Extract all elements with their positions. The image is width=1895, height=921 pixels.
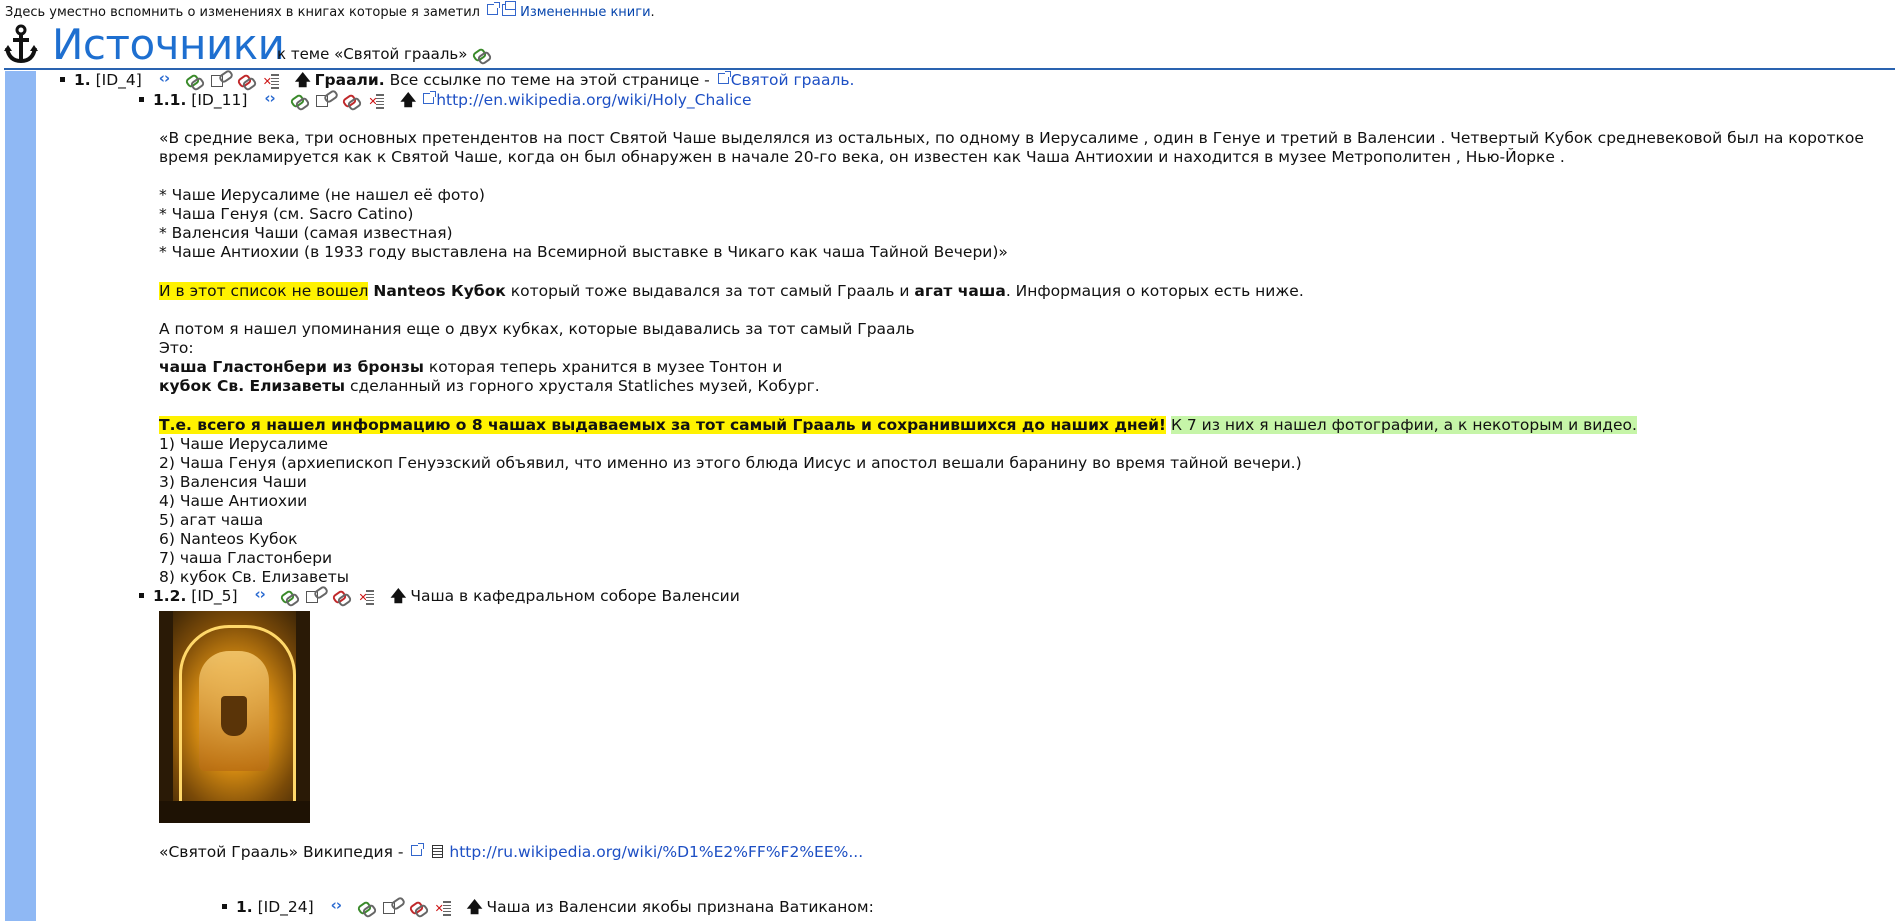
ru-wikipedia-url[interactable]: http://ru.wikipedia.org/wiki/%D1%E2%FF%F… bbox=[449, 843, 863, 861]
unlink-icon[interactable] bbox=[409, 900, 426, 914]
body-text: Это: bbox=[159, 339, 194, 357]
entry-label: Чаша из Валенсии якобы признана Ватикано… bbox=[486, 898, 874, 916]
list-item: * Валенсия Чаши (самая известная) bbox=[159, 224, 453, 242]
code-icon[interactable] bbox=[159, 69, 176, 88]
bold-text: чаша Гластонбери из бронзы bbox=[159, 358, 424, 376]
list-item: * Чаше Иерусалиме (не нашел её фото) bbox=[159, 186, 485, 204]
body-text: чаша Гластонбери из бронзы которая тепер… bbox=[159, 358, 782, 377]
link-icon[interactable] bbox=[185, 73, 202, 87]
up-arrow-icon[interactable]: 🡅 bbox=[295, 71, 311, 89]
unlink-icon[interactable] bbox=[332, 589, 349, 603]
delete-icon[interactable] bbox=[263, 72, 280, 91]
link-icon[interactable] bbox=[280, 589, 297, 603]
valencia-chalice-photo[interactable] bbox=[159, 611, 310, 823]
entry-id: [ID_4] bbox=[95, 71, 142, 89]
photo-edge bbox=[296, 611, 310, 823]
delete-icon[interactable] bbox=[435, 899, 452, 918]
bold-text: агат чаша bbox=[914, 282, 1006, 300]
delete-icon[interactable] bbox=[358, 588, 375, 607]
external-link-icon bbox=[423, 91, 437, 104]
list-item: * Чаша Генуя (см. Sacro Catino) bbox=[159, 205, 414, 223]
holy-grail-link[interactable]: Святой грааль. bbox=[731, 71, 855, 89]
numbered-item: 5) агат чаша bbox=[159, 511, 264, 529]
up-arrow-icon[interactable]: 🡅 bbox=[390, 587, 406, 605]
entry-row: 1. [ID_24] 🡅Чаша из Валенсии якобы призн… bbox=[222, 896, 874, 918]
entry-number: 1. bbox=[74, 71, 91, 89]
unlink-icon[interactable] bbox=[237, 73, 254, 87]
edit-icon[interactable] bbox=[306, 589, 323, 603]
up-arrow-icon[interactable]: 🡅 bbox=[467, 898, 483, 916]
bullet bbox=[60, 77, 65, 82]
highlighted-text: И в этот список не вошел bbox=[159, 282, 369, 300]
entry-label: Чаша в кафедральном соборе Валенсии bbox=[410, 587, 740, 605]
edit-icon[interactable] bbox=[316, 93, 333, 107]
entry-number: 1. bbox=[236, 898, 253, 916]
source-row: «Святой Грааль» Википедия - http://ru.wi… bbox=[159, 843, 863, 862]
bold-text: Nanteos Кубок bbox=[373, 282, 506, 300]
text: сделанный из горного хрусталя Statliches… bbox=[350, 377, 820, 395]
entry-toolbar bbox=[331, 896, 452, 918]
body-text: время рекламируется как к Святой Чаше, к… bbox=[159, 148, 1565, 166]
code-icon[interactable] bbox=[331, 896, 348, 915]
entry-number: 1.2. bbox=[153, 587, 187, 605]
holy-chalice-url[interactable]: http://en.wikipedia.org/wiki/Holy_Chalic… bbox=[436, 91, 751, 109]
numbered-item: 4) Чаше Антиохии bbox=[159, 492, 308, 510]
up-arrow-icon[interactable]: 🡅 bbox=[400, 91, 416, 109]
numbered-item: 6) Nanteos Кубок bbox=[159, 530, 298, 548]
bullet bbox=[222, 904, 227, 909]
entry-id: [ID_24] bbox=[257, 898, 314, 916]
edit-icon[interactable] bbox=[210, 73, 228, 87]
highlighted-bold-text: Т.е. всего я нашел информацию о 8 чашах … bbox=[159, 416, 1166, 434]
unlink-icon[interactable] bbox=[342, 93, 359, 107]
edit-icon[interactable] bbox=[382, 900, 400, 914]
document-icon bbox=[432, 845, 444, 858]
bullet bbox=[139, 593, 144, 598]
photo-edge bbox=[159, 611, 173, 823]
numbered-item: 7) чаша Гластонбери bbox=[159, 549, 333, 567]
numbered-item: 1) Чаше Иерусалиме bbox=[159, 435, 328, 453]
entry-label: Граали. bbox=[314, 71, 385, 89]
entry-toolbar bbox=[254, 585, 375, 607]
body-text: И в этот список не вошел Nanteos Кубок к… bbox=[159, 282, 1304, 301]
entry-id: [ID_11] bbox=[191, 91, 248, 109]
entry-toolbar bbox=[264, 89, 385, 111]
bullet bbox=[139, 97, 144, 102]
text: которая теперь хранится в музее Тонтон и bbox=[428, 358, 783, 376]
green-highlighted-text: К 7 из них я нашел фотографии, а к некот… bbox=[1170, 416, 1637, 434]
entry-number: 1.1. bbox=[153, 91, 187, 109]
content-area: 1. [ID_4] 🡅Граали. Все ссылке по теме на… bbox=[0, 0, 1895, 921]
list-item: * Чаше Антиохии (в 1933 году выставлена … bbox=[159, 243, 1008, 261]
numbered-item: 3) Валенсия Чаши bbox=[159, 473, 307, 491]
body-text: «В средние века, три основных претендент… bbox=[159, 129, 1864, 147]
body-text: кубок Св. Елизаветы сделанный из горного… bbox=[159, 377, 820, 396]
external-link-icon bbox=[411, 843, 425, 856]
entry-id: [ID_5] bbox=[191, 587, 238, 605]
entry-row: 1.1. [ID_11] 🡅 http://en.wikipedia.org/wi… bbox=[139, 89, 752, 111]
entry-row: 1. [ID_4] 🡅Граали. Все ссылке по теме на… bbox=[60, 69, 855, 91]
bold-text: кубок Св. Елизаветы bbox=[159, 377, 346, 395]
body-text: А потом я нашел упоминания еще о двух ку… bbox=[159, 320, 915, 338]
photo-cup bbox=[221, 696, 247, 736]
text: который тоже выдавался за тот самый Граа… bbox=[510, 282, 910, 300]
entry-toolbar bbox=[159, 69, 280, 91]
numbered-item: 2) Чаша Генуя (архиепископ Генуэзский об… bbox=[159, 454, 1302, 472]
text: . Информация о которых есть ниже. bbox=[1005, 282, 1304, 300]
entry-text: Все ссылке по теме на этой странице - bbox=[389, 71, 710, 89]
code-icon[interactable] bbox=[264, 89, 281, 108]
photo-base bbox=[159, 801, 310, 823]
link-icon[interactable] bbox=[290, 93, 307, 107]
delete-icon[interactable] bbox=[368, 92, 385, 111]
code-icon[interactable] bbox=[254, 585, 271, 604]
link-icon[interactable] bbox=[357, 900, 374, 914]
entry-row: 1.2. [ID_5] 🡅Чаша в кафедральном соборе … bbox=[139, 585, 740, 607]
summary-text: Т.е. всего я нашел информацию о 8 чашах … bbox=[159, 416, 1637, 435]
source-text: «Святой Грааль» Википедия - bbox=[159, 843, 404, 861]
external-link-icon bbox=[717, 71, 731, 84]
